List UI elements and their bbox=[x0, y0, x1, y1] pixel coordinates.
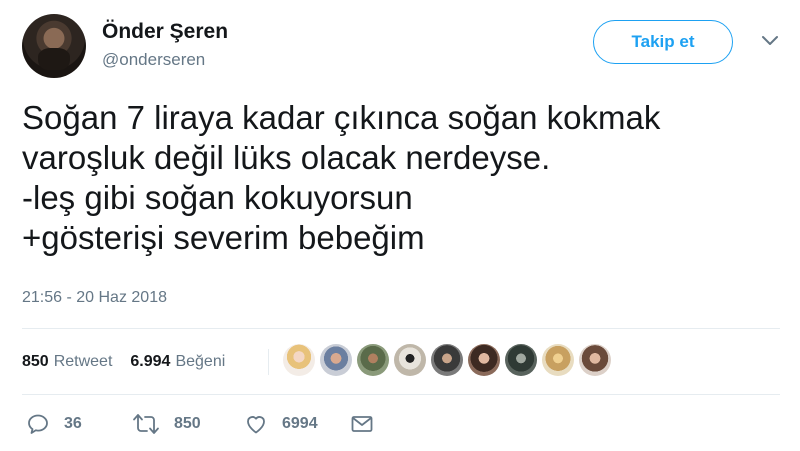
retweet-count: 850 bbox=[174, 415, 201, 432]
liker-avatar[interactable] bbox=[357, 344, 389, 376]
reply-button[interactable]: 36 bbox=[26, 410, 82, 438]
liker-avatar[interactable] bbox=[283, 344, 315, 376]
liker-avatar[interactable] bbox=[320, 344, 352, 376]
likers-avatars bbox=[283, 344, 616, 376]
retweet-icon bbox=[133, 414, 159, 434]
liker-avatar[interactable] bbox=[579, 344, 611, 376]
tweet-header: Önder Şeren @onderseren Takip et bbox=[22, 14, 782, 80]
like-button[interactable]: 6994 bbox=[244, 410, 318, 438]
like-count: 6994 bbox=[282, 415, 318, 432]
liker-avatar[interactable] bbox=[505, 344, 537, 376]
divider bbox=[22, 328, 780, 329]
avatar[interactable] bbox=[22, 14, 86, 78]
direct-message-button[interactable] bbox=[350, 410, 374, 438]
retweet-stat-count[interactable]: 850 bbox=[22, 353, 49, 371]
chevron-down-icon[interactable] bbox=[760, 34, 780, 48]
divider bbox=[22, 394, 780, 395]
retweet-button[interactable]: 850 bbox=[132, 410, 201, 438]
follow-button[interactable]: Takip et bbox=[593, 20, 733, 64]
liker-avatar[interactable] bbox=[431, 344, 463, 376]
tweet-actions: 36 850 6994 bbox=[22, 410, 422, 440]
user-name[interactable]: Önder Şeren bbox=[102, 20, 228, 44]
liker-avatar[interactable] bbox=[468, 344, 500, 376]
reply-icon bbox=[28, 414, 48, 434]
liker-avatar[interactable] bbox=[542, 344, 574, 376]
tweet-stats: 850 Retweet 6.994 Beğeni bbox=[22, 340, 241, 384]
message-icon bbox=[351, 416, 373, 432]
reply-count: 36 bbox=[64, 415, 82, 432]
tweet-text: Soğan 7 liraya kadar çıkınca soğan kokma… bbox=[22, 99, 661, 256]
tweet-timestamp[interactable]: 21:56 - 20 Haz 2018 bbox=[22, 289, 167, 307]
heart-icon bbox=[247, 416, 265, 434]
like-stat-label[interactable]: Beğeni bbox=[175, 353, 225, 371]
like-stat-count[interactable]: 6.994 bbox=[130, 353, 170, 371]
user-handle[interactable]: @onderseren bbox=[102, 50, 205, 70]
stats-separator bbox=[268, 349, 269, 375]
retweet-stat-label[interactable]: Retweet bbox=[54, 353, 113, 371]
liker-avatar[interactable] bbox=[394, 344, 426, 376]
